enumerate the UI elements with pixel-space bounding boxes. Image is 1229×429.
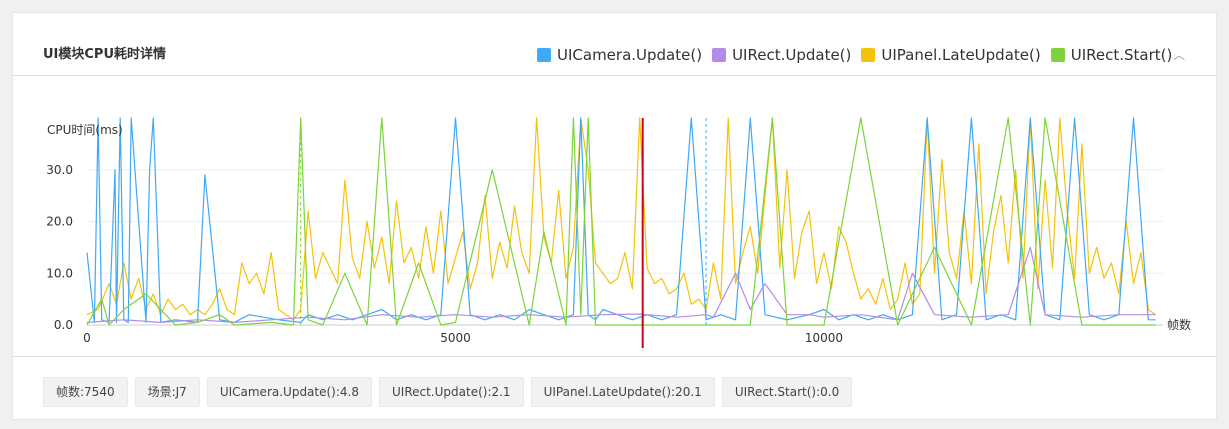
y-tick-label: 30.0 [46, 163, 73, 177]
tag-uirect-start: UIRect.Start():0.0 [721, 377, 853, 407]
legend-item-uicamera-update[interactable]: UICamera.Update() [537, 46, 702, 64]
chart-svg[interactable]: 0.0 10.0 20.0 30.0 0 5000 10000 CPU时间(ms) 帧数 [13, 76, 1218, 356]
y-tick-label: 20.0 [46, 215, 73, 229]
frame-info-tags: 帧数:7540 场景:J7 UICamera.Update():4.8 UIRe… [43, 377, 859, 407]
tag-frame-count: 帧数:7540 [43, 377, 128, 407]
y-axis-title: CPU时间(ms) [47, 123, 123, 137]
legend-label: UIRect.Update() [732, 46, 852, 64]
legend-swatch [537, 48, 551, 62]
series-line [86, 117, 1156, 321]
y-tick-label: 0.0 [54, 318, 73, 332]
card-header: UI模块CPU耗时详情 UICamera.Update() UIRect.Upd… [13, 13, 1216, 76]
legend-label: UIRect.Start() [1070, 46, 1173, 64]
collapse-chevron-up-icon[interactable]: ︿ [1169, 45, 1189, 65]
cpu-detail-card: UI模块CPU耗时详情 UICamera.Update() UIRect.Upd… [12, 12, 1217, 420]
panel-title: UI模块CPU耗时详情 [43, 47, 167, 62]
x-axis-title: 帧数 [1167, 317, 1191, 332]
series-line [86, 246, 1156, 323]
legend-label: UICamera.Update() [557, 46, 703, 64]
legend-swatch [861, 48, 876, 62]
chart-legend: UICamera.Update() UIRect.Update() UIPane… [537, 45, 1182, 65]
legend-swatch [1050, 48, 1065, 62]
tag-scene: 场景:J7 [134, 377, 200, 407]
tag-uicamera-update: UICamera.Update():4.8 [206, 377, 372, 407]
legend-label: UIPanel.LateUpdate() [881, 46, 1041, 64]
y-tick-label: 10.0 [46, 266, 73, 280]
legend-swatch [712, 48, 727, 62]
legend-item-uipanel-lateupdate[interactable]: UIPanel.LateUpdate() [861, 46, 1041, 64]
cpu-time-chart[interactable]: 0.0 10.0 20.0 30.0 0 5000 10000 CPU时间(ms) 帧数 [13, 76, 1218, 356]
x-tick-label: 0 [83, 331, 91, 345]
tag-uirect-update: UIRect.Update():2.1 [379, 377, 524, 407]
legend-item-uirect-update[interactable]: UIRect.Update() [712, 46, 851, 64]
x-tick-label: 5000 [440, 331, 471, 345]
card-footer: 帧数:7540 场景:J7 UICamera.Update():4.8 UIRe… [13, 356, 1216, 421]
legend-item-uirect-start[interactable]: UIRect.Start() [1050, 46, 1173, 64]
tag-uipanel-lateupdate: UIPanel.LateUpdate():20.1 [530, 377, 715, 407]
x-tick-label: 10000 [805, 331, 843, 345]
